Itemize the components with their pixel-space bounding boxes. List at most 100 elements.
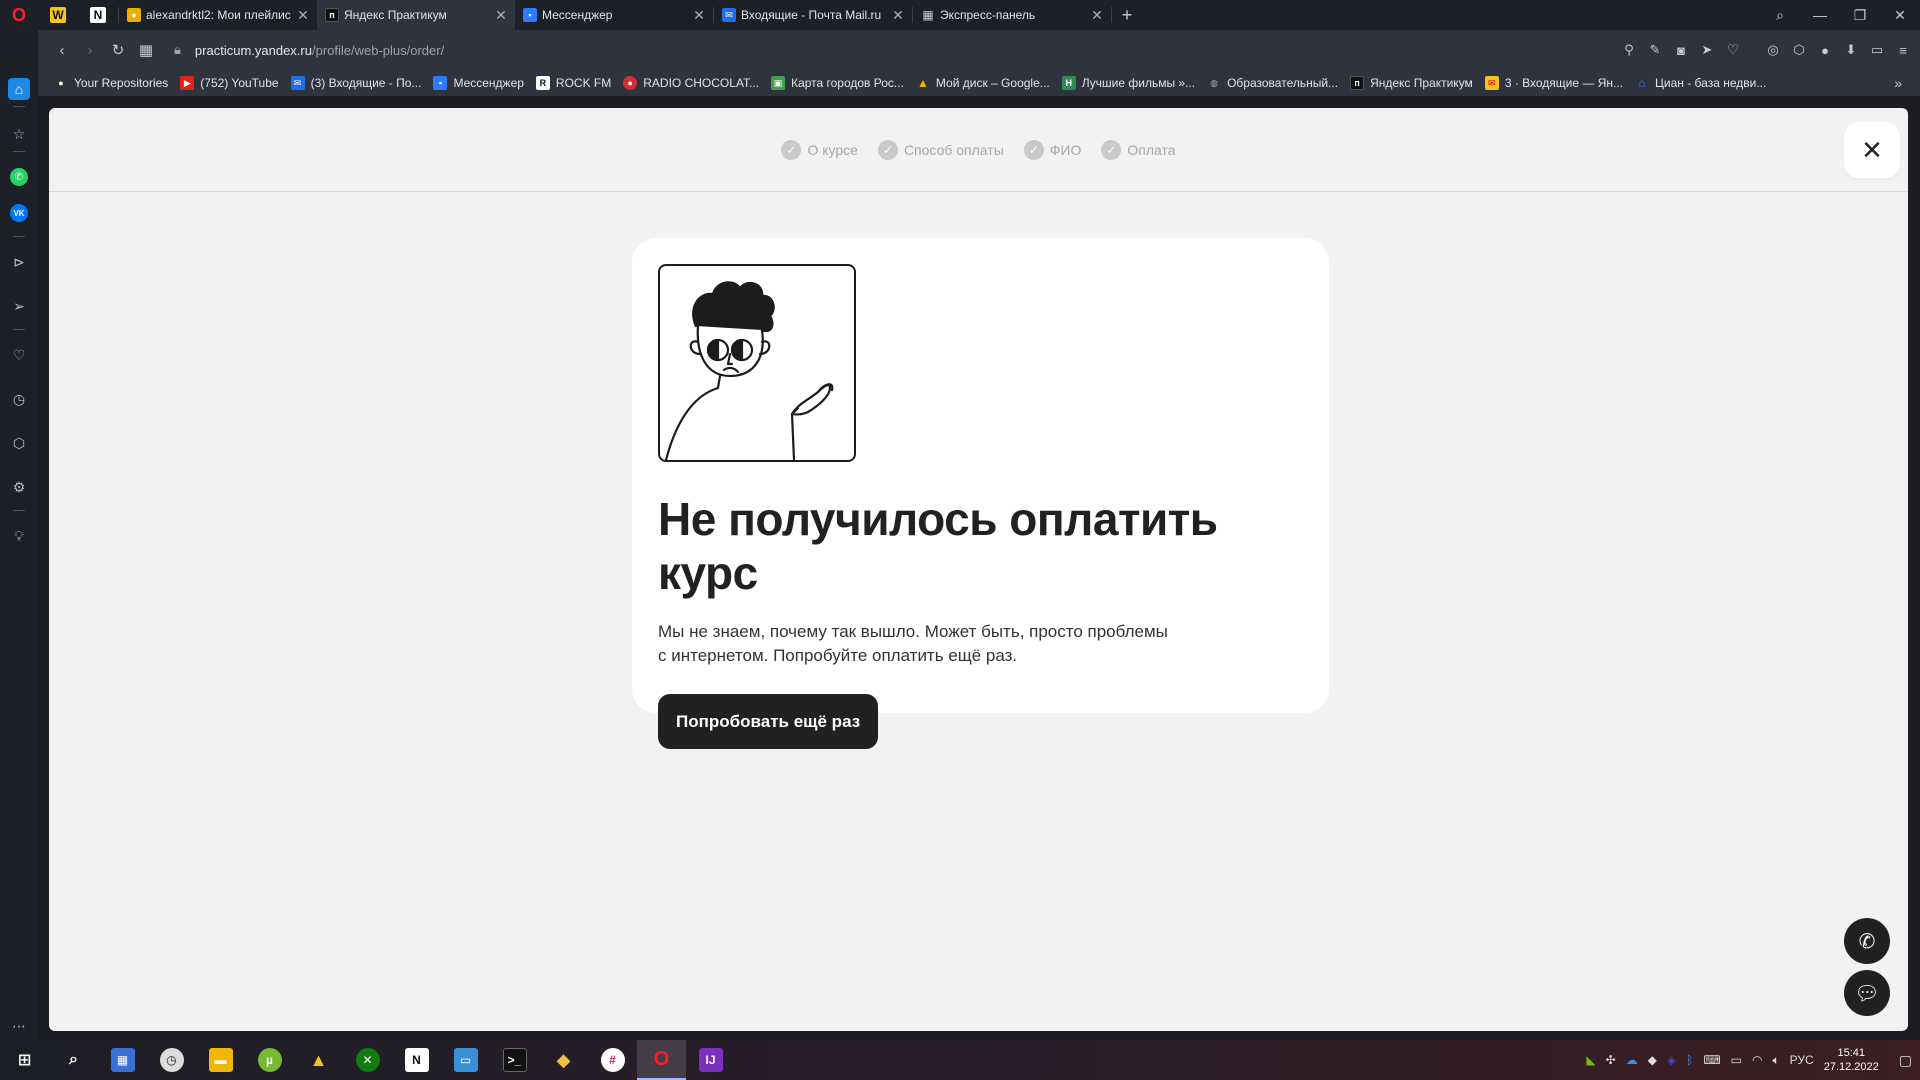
send-icon[interactable]: ➤ — [1696, 39, 1718, 61]
wifi-icon[interactable]: ◠ — [1752, 1053, 1762, 1067]
notifications-icon[interactable]: ▢ — [1899, 1052, 1912, 1069]
tab-3[interactable]: ✉ Входящие - Почта Mail.ru ✕ — [714, 0, 912, 30]
easy-setup-icon[interactable]: ≡ — [1892, 39, 1914, 61]
volume-icon[interactable]: 🔈︎ — [1772, 1053, 1779, 1068]
bookmark-item[interactable]: ▣ Карта городов Рос... — [771, 76, 904, 90]
language-indicator[interactable]: РУС — [1790, 1053, 1814, 1067]
step-label: Оплата — [1127, 141, 1176, 158]
tab-grid-icon[interactable]: ▦ — [132, 36, 160, 64]
forward-button[interactable]: › — [76, 36, 104, 64]
close-tab-icon[interactable]: ✕ — [890, 7, 906, 24]
bookmark-item[interactable]: R ROCK FM — [535, 76, 611, 90]
bookmark-item[interactable]: ▪ Мессенджер — [433, 76, 524, 90]
keyboard-icon[interactable]: ⌨ — [1703, 1053, 1720, 1067]
taskbar-app[interactable]: µ — [245, 1040, 294, 1080]
taskbar-app[interactable]: ◆ — [539, 1040, 588, 1080]
tab-title: Яндекс Практикум — [344, 8, 447, 22]
whatsapp-icon[interactable]: ✆ — [10, 168, 28, 186]
minimize-button[interactable]: — — [1800, 0, 1840, 30]
tab-0[interactable]: ● alexandrktl2: Мои плейлис ✕ — [119, 0, 317, 30]
error-title: Не получилось оплатить курс — [658, 493, 1218, 599]
vpn-icon[interactable]: ◎ — [1762, 39, 1784, 61]
check-circle-icon: ✓ — [781, 139, 802, 160]
close-tab-icon[interactable]: ✕ — [691, 7, 707, 24]
opera-menu-icon[interactable]: O — [0, 0, 38, 30]
chat-icon[interactable]: 💬︎ — [1844, 970, 1890, 1016]
tab-1[interactable]: п Яндекс Практикум ✕ — [317, 0, 515, 30]
download-icon[interactable]: ⬇ — [1840, 39, 1862, 61]
battery-icon[interactable]: ▭ — [1866, 39, 1888, 61]
battery-icon[interactable]: ▭ — [1731, 1053, 1742, 1067]
tab-4[interactable]: ▦ Экспресс-панель ✕ — [913, 0, 1111, 30]
shield-icon[interactable]: ◈ — [1667, 1053, 1676, 1067]
clock-app-icon: ◷ — [159, 1048, 184, 1072]
edit-icon[interactable]: ✎ — [1644, 39, 1666, 61]
taskbar-app[interactable]: ▲ — [294, 1040, 343, 1080]
taskbar-app[interactable]: N — [392, 1040, 441, 1080]
taskbar-app[interactable]: # — [588, 1040, 637, 1080]
taskbar-app-opera[interactable]: O — [637, 1040, 686, 1080]
bookmark-item[interactable]: ● RADIO CHOCOLAT... — [623, 76, 759, 90]
bookmark-item[interactable]: ✉ 3 · Входящие — Ян... — [1484, 76, 1623, 90]
back-button[interactable]: ‹ — [48, 36, 76, 64]
history-icon[interactable]: ◷ — [8, 388, 30, 410]
close-window-button[interactable]: ✕ — [1880, 0, 1920, 30]
camera-icon[interactable]: ◙ — [1670, 39, 1692, 61]
new-tab-button[interactable]: + — [1112, 0, 1142, 30]
send-icon[interactable]: ➢ — [8, 295, 30, 317]
bookmark-label: Мессенджер — [453, 76, 524, 90]
bookmark-item[interactable]: ◍ Образовательный... — [1207, 76, 1338, 90]
bookmark-item[interactable]: ⌂ Циан - база недви... — [1635, 76, 1766, 90]
taskbar-app[interactable]: ▦ — [98, 1040, 147, 1080]
settings-icon[interactable]: ⚙ — [8, 476, 30, 498]
profile-icon[interactable]: ● — [1814, 39, 1836, 61]
start-button[interactable]: ⊞ — [0, 1040, 49, 1080]
dropbox-icon[interactable]: ◆ — [1648, 1053, 1657, 1067]
player-icon[interactable]: ⊳ — [8, 251, 30, 273]
bluetooth-icon[interactable]: ᛒ — [1686, 1053, 1693, 1067]
bookmark-item[interactable]: ▲ Мой диск – Google... — [916, 76, 1050, 90]
close-tab-icon[interactable]: ✕ — [493, 7, 509, 24]
more-bookmarks-icon[interactable]: » — [1894, 75, 1902, 91]
pinned-tab-1[interactable]: W — [38, 0, 78, 30]
network-app-icon[interactable]: ✣ — [1606, 1053, 1616, 1067]
taskbar-app[interactable]: ✕ — [343, 1040, 392, 1080]
reload-button[interactable]: ↻ — [104, 36, 132, 64]
clock[interactable]: 15:41 27.12.2022 — [1824, 1046, 1879, 1074]
vk-icon[interactable]: VK — [10, 204, 28, 222]
pinned-tab-2[interactable]: N — [78, 0, 118, 30]
tab-2[interactable]: ▪ Мессенджер ✕ — [515, 0, 713, 30]
nvidia-icon[interactable]: ◣ — [1586, 1053, 1595, 1067]
close-tab-icon[interactable]: ✕ — [1089, 7, 1105, 24]
home-icon[interactable]: ⌂ — [8, 78, 30, 100]
tab-title: Входящие - Почта Mail.ru — [741, 8, 882, 22]
search-button[interactable]: ⌕ — [49, 1040, 98, 1080]
heart-icon[interactable]: ♡ — [1722, 39, 1744, 61]
cube-icon[interactable]: ⬡ — [1788, 39, 1810, 61]
bookmark-item[interactable]: п Яндекс Практикум — [1350, 76, 1473, 90]
lightbulb-icon[interactable]: 💡︎ — [8, 525, 30, 547]
restore-button[interactable]: ❐ — [1840, 0, 1880, 30]
bookmark-item[interactable]: H Лучшие фильмы »... — [1061, 76, 1195, 90]
retry-payment-button[interactable]: Попробовать ещё раз — [658, 694, 879, 749]
star-icon[interactable]: ☆ — [8, 123, 30, 145]
zoom-search-icon[interactable]: ⚲ — [1618, 39, 1640, 61]
tab-search-icon[interactable]: ⌕ — [1760, 0, 1800, 30]
extensions-icon[interactable]: ⬡ — [8, 432, 30, 454]
bookmark-item[interactable]: ▶ (752) YouTube — [180, 76, 279, 90]
heart-icon[interactable]: ♡ — [8, 344, 30, 366]
bookmark-item[interactable]: ✉ (3) Входящие - По... — [290, 76, 421, 90]
url-field[interactable]: 🔒︎ practicum.yandex.ru/profile/web-plus/… — [174, 42, 444, 58]
taskbar-app[interactable]: >_ — [490, 1040, 539, 1080]
taskbar-app[interactable]: ▭ — [441, 1040, 490, 1080]
close-tab-icon[interactable]: ✕ — [295, 7, 311, 24]
phone-icon[interactable]: ✆ — [1844, 918, 1890, 964]
cloud-icon[interactable]: ☁ — [1626, 1053, 1638, 1067]
bookmark-item[interactable]: ● Your Repositories — [54, 76, 168, 90]
taskbar-app[interactable]: IJ — [686, 1040, 735, 1080]
taskbar-app[interactable]: ◷ — [147, 1040, 196, 1080]
more-icon[interactable]: ⋯ — [8, 1015, 30, 1037]
close-button[interactable]: ✕ — [1844, 122, 1900, 178]
taskbar-app[interactable]: ▬ — [196, 1040, 245, 1080]
check-circle-icon: ✓ — [1023, 139, 1044, 160]
